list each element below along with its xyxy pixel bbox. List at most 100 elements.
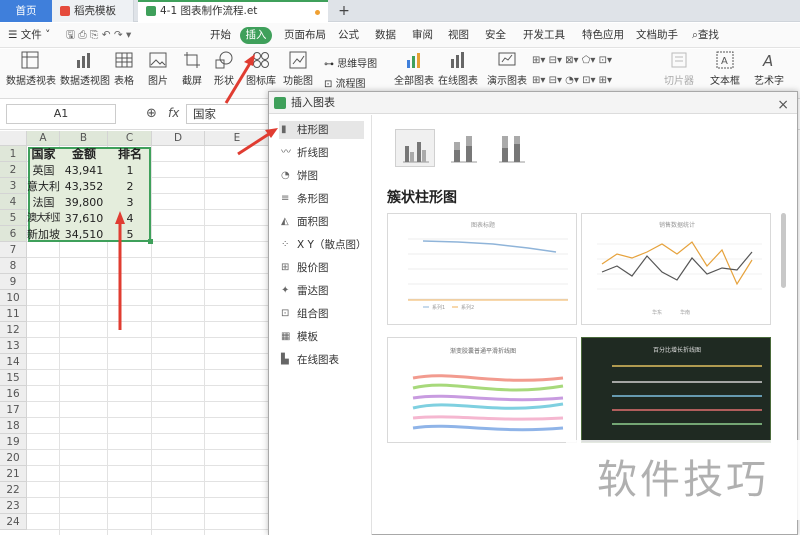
zoom-icon[interactable]: ⊕ <box>146 106 157 121</box>
menu-developer[interactable]: 开发工具 <box>523 27 565 44</box>
search-box[interactable]: ⌕查找 <box>692 27 719 44</box>
data-cell[interactable]: 法国 <box>27 196 60 209</box>
data-cell[interactable]: 3 <box>108 196 152 209</box>
menu-security[interactable]: 安全 <box>485 27 506 44</box>
icon-library-button[interactable]: 图标库 <box>244 51 278 87</box>
menu-view[interactable]: 视图 <box>448 27 469 44</box>
data-cell[interactable]: 2 <box>108 180 152 193</box>
table-button[interactable]: 表格 <box>112 51 136 87</box>
row-header-2[interactable]: 2 <box>0 162 27 178</box>
row-header-20[interactable]: 20 <box>0 450 27 466</box>
row-header-7[interactable]: 7 <box>0 242 27 258</box>
data-cell[interactable]: 43,352 <box>60 180 108 193</box>
column-header-d[interactable]: D <box>152 131 205 146</box>
row-header-22[interactable]: 22 <box>0 482 27 498</box>
row-header-18[interactable]: 18 <box>0 418 27 434</box>
chart-template-thumb[interactable]: 百分比增长折线图 <box>581 337 771 443</box>
chart-category-combo-chart[interactable]: ⊡ 组合图 <box>279 305 364 323</box>
column-header-a[interactable]: A <box>27 131 60 146</box>
cell-header-rank[interactable]: 排名 <box>108 148 152 161</box>
formula-input[interactable]: 国家 <box>186 104 276 124</box>
tab-template[interactable]: 稻壳模板 <box>52 0 134 22</box>
row-header-21[interactable]: 21 <box>0 466 27 482</box>
select-all-corner[interactable] <box>0 131 27 146</box>
fill-handle[interactable] <box>148 239 153 244</box>
menu-insert[interactable]: 插入 <box>240 27 272 44</box>
data-cell[interactable]: 43,941 <box>60 164 108 177</box>
column-header-b[interactable]: B <box>60 131 108 146</box>
row-header-8[interactable]: 8 <box>0 258 27 274</box>
menu-review[interactable]: 审阅 <box>412 27 433 44</box>
flowchart-button[interactable]: ⊡ 流程图 <box>324 75 366 90</box>
data-cell[interactable]: 4 <box>108 212 152 225</box>
screenshot-button[interactable]: 截屏 <box>180 51 204 87</box>
menu-doc-helper[interactable]: 文档助手 <box>636 27 678 44</box>
cell-header-amount[interactable]: 金额 <box>60 148 108 161</box>
menu-page-layout[interactable]: 页面布局 <box>284 27 326 44</box>
data-cell[interactable]: 1 <box>108 164 152 177</box>
fx-button[interactable]: fx <box>168 106 179 120</box>
quick-access-toolbar[interactable]: 🖫 ⎙ ⎘ ↶ ↷ ▾ <box>66 27 131 44</box>
chart-category-pie-chart[interactable]: ◔ 饼图 <box>279 167 364 185</box>
row-header-3[interactable]: 3 <box>0 178 27 194</box>
tab-document[interactable]: 4-1 图表制作流程.et <box>138 0 328 22</box>
chart-category-radar-chart[interactable]: ✦ 雷达图 <box>279 282 364 300</box>
shape-button[interactable]: 形状 <box>212 51 236 87</box>
all-charts-button[interactable]: 全部图表 <box>394 51 434 87</box>
data-cell[interactable]: 新加坡 <box>27 228 60 241</box>
chart-category-column-chart[interactable]: ▮ 柱形图 <box>279 121 364 139</box>
textbox-button[interactable]: A 文本框 <box>706 51 744 87</box>
mindmap-button[interactable]: ⊶ 思维导图 <box>324 55 377 70</box>
cell-header-country[interactable]: 国家 <box>27 148 60 161</box>
pivot-chart-button[interactable]: 数据透视图 <box>60 51 110 87</box>
row-header-12[interactable]: 12 <box>0 322 27 338</box>
row-header-9[interactable]: 9 <box>0 274 27 290</box>
chart-category-bar-chart[interactable]: ≡ 条形图 <box>279 190 364 208</box>
clustered-column-variant[interactable] <box>395 129 435 167</box>
row-header-24[interactable]: 24 <box>0 514 27 530</box>
chart-category-line-chart[interactable]: 〰折线图 <box>279 144 364 162</box>
menu-start[interactable]: 开始 <box>210 27 231 44</box>
data-cell[interactable]: 5 <box>108 228 152 241</box>
row-header-19[interactable]: 19 <box>0 434 27 450</box>
row-header-13[interactable]: 13 <box>0 338 27 354</box>
row-header-4[interactable]: 4 <box>0 194 27 210</box>
chart-template-thumb[interactable]: 销售数据统计 华东 华南 <box>581 213 771 325</box>
chart-template-thumb[interactable]: 图表标题 系列1 系列2 <box>387 213 577 325</box>
chart-category-area-chart[interactable]: ◭ 面积图 <box>279 213 364 231</box>
content-scrollbar[interactable] <box>781 213 786 288</box>
name-box[interactable]: A1 <box>6 104 116 124</box>
percent-stacked-column-variant[interactable] <box>491 129 531 167</box>
data-cell[interactable]: 英国 <box>27 164 60 177</box>
menu-data[interactable]: 数据 <box>375 27 396 44</box>
row-header-5[interactable]: 5 <box>0 210 27 226</box>
row-header-15[interactable]: 15 <box>0 370 27 386</box>
menu-special[interactable]: 特色应用 <box>582 27 624 44</box>
row-header-23[interactable]: 23 <box>0 498 27 514</box>
chart-type-gallery[interactable]: ⊞▾ ⊟▾ ⊠▾ ⬠▾ ⊡▾ <box>532 55 612 66</box>
chart-template-thumb[interactable]: 渐变胶囊普通平滑折线图 <box>387 337 577 443</box>
row-header-10[interactable]: 10 <box>0 290 27 306</box>
column-header-e[interactable]: E <box>205 131 270 146</box>
tab-home[interactable]: 首页 <box>0 0 52 22</box>
slicer-button[interactable]: 切片器 <box>664 51 694 87</box>
row-header-17[interactable]: 17 <box>0 402 27 418</box>
spreadsheet-grid[interactable]: A B C D E 1 2 3 4 5 6 7 8 9 10 11 12 13 14 15 16 17 18 19 20 21 22… <box>0 131 270 535</box>
row-header-14[interactable]: 14 <box>0 354 27 370</box>
chart-category-online-chart[interactable]: ▙ 在线图表 <box>279 351 364 369</box>
menu-formula[interactable]: 公式 <box>338 27 359 44</box>
wordart-button[interactable]: A 艺术字 <box>750 51 788 87</box>
chart-category-stock-chart[interactable]: ⊞ 股价图 <box>279 259 364 277</box>
data-cell[interactable]: 37,610 <box>60 212 108 225</box>
data-cell[interactable]: 34,510 <box>60 228 108 241</box>
column-header-c[interactable]: C <box>108 131 152 146</box>
close-icon[interactable]: × <box>777 94 789 116</box>
stacked-column-variant[interactable] <box>443 129 483 167</box>
row-header-11[interactable]: 11 <box>0 306 27 322</box>
data-cell[interactable]: 39,800 <box>60 196 108 209</box>
pivot-table-button[interactable]: 数据透视表 <box>6 51 56 87</box>
online-chart-button[interactable]: 在线图表 <box>438 51 478 87</box>
row-header-16[interactable]: 16 <box>0 386 27 402</box>
row-header-6[interactable]: 6 <box>0 226 27 242</box>
menu-file[interactable]: ☰ 文件 ˅ <box>8 27 50 44</box>
